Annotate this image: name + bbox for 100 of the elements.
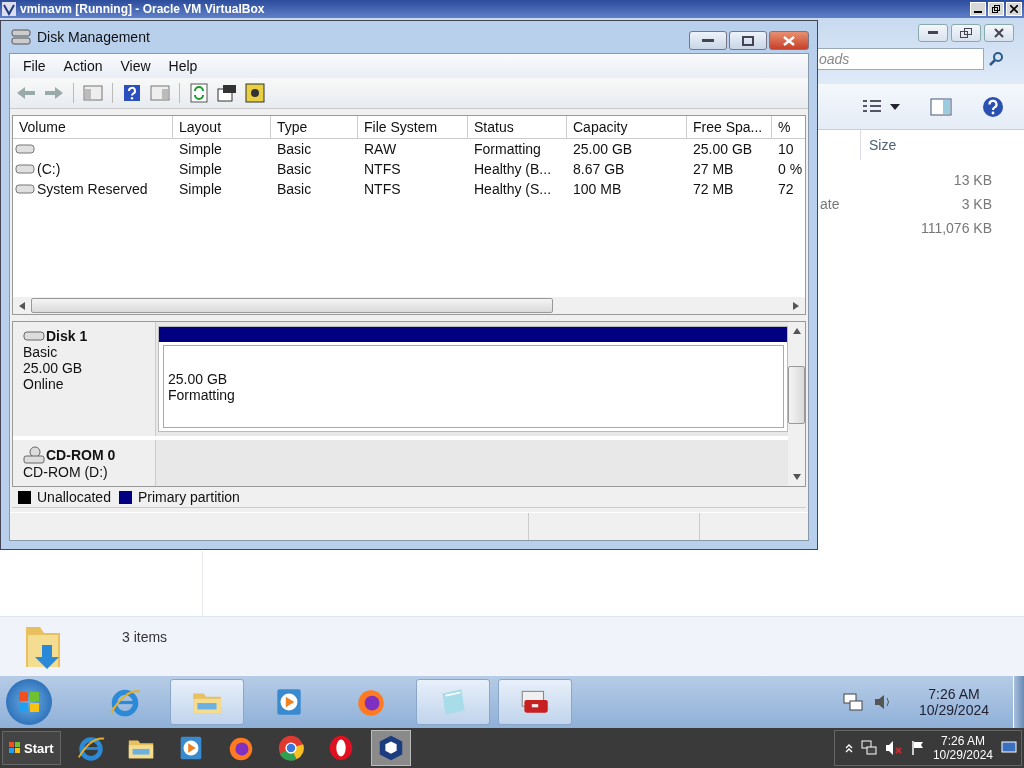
column-header[interactable]: Layout <box>173 116 271 138</box>
refresh-icon <box>190 83 208 103</box>
menu-item[interactable]: View <box>111 56 160 76</box>
disk-detail: 25.00 GB <box>23 360 84 376</box>
window-title: Disk Management <box>37 29 150 45</box>
column-header[interactable]: Status <box>468 116 567 138</box>
table-cell: 25.00 GB <box>693 141 753 157</box>
disk-info-panel[interactable]: CD-ROM 0 CD-ROM (D:) <box>13 440 156 486</box>
clock-date: 10/29/2024 <box>918 702 989 718</box>
windows-logo-icon <box>18 691 40 713</box>
file-size: 111,076 KB <box>919 220 992 236</box>
pane-icon <box>930 97 952 116</box>
table-cell: Basic <box>277 141 312 157</box>
start-button[interactable]: Start <box>2 731 61 765</box>
properties-icon <box>217 84 237 102</box>
minimize-icon <box>928 31 938 35</box>
table-cell: 0 % <box>778 161 803 177</box>
taskbar-button[interactable] <box>498 679 572 725</box>
legend-label: Primary partition <box>137 489 240 505</box>
column-header[interactable]: Type <box>271 116 358 138</box>
dropdown-arrow-icon <box>890 103 900 110</box>
disk-name: CD-ROM 0 <box>46 447 116 463</box>
menu-item[interactable]: Action <box>54 56 112 76</box>
back-arrow-icon <box>16 86 36 100</box>
table-cell: Healthy (S... <box>474 181 552 197</box>
flag-icon <box>910 740 925 756</box>
search-icon <box>988 51 1004 67</box>
windows-logo-icon <box>9 742 21 754</box>
restore-icon <box>992 5 1000 13</box>
taskbar-button[interactable] <box>370 730 411 766</box>
disk-detail: CD-ROM (D:) <box>23 464 109 480</box>
forward-arrow-icon <box>44 86 64 100</box>
minimize-button[interactable] <box>689 31 727 50</box>
minimize-button[interactable] <box>918 24 948 42</box>
drive-icon <box>15 144 35 154</box>
maximize-button[interactable] <box>729 31 767 50</box>
scroll-up-icon <box>792 328 801 334</box>
column-header[interactable]: Size <box>860 130 960 160</box>
file-name: ate <box>820 196 840 212</box>
table-cell: 10 <box>778 141 794 157</box>
restore-icon <box>960 28 972 38</box>
item-count: 3 items <box>122 629 168 645</box>
menu-item[interactable]: File <box>14 56 55 76</box>
close-icon <box>783 35 795 46</box>
table-cell: 8.67 GB <box>573 161 625 177</box>
column-header[interactable]: File System <box>358 116 468 138</box>
app-icon <box>2 2 16 16</box>
cd-drive-icon <box>23 446 45 464</box>
disk-detail: Online <box>23 376 65 392</box>
show-desktop-button[interactable] <box>1013 676 1024 728</box>
file-size: 3 KB <box>960 196 992 212</box>
list-view-icon <box>862 98 882 115</box>
table-cell: Basic <box>277 161 312 177</box>
drive-icon <box>23 331 45 341</box>
close-icon <box>1010 5 1018 13</box>
help-icon <box>123 84 141 102</box>
table-cell: Simple <box>179 181 222 197</box>
settings-icon <box>245 83 265 103</box>
table-cell: Basic <box>277 181 312 197</box>
settings-button[interactable] <box>243 81 267 105</box>
disk-info-panel[interactable]: Disk 1 Basic 25.00 GB Online <box>13 322 156 436</box>
table-cell: 72 <box>778 181 794 197</box>
help-icon <box>982 95 1004 118</box>
restore-button[interactable] <box>951 24 981 42</box>
column-header[interactable]: Capacity <box>567 116 687 138</box>
drive-icon <box>15 184 35 194</box>
minimize-icon <box>702 38 714 43</box>
file-size: 13 KB <box>952 172 992 188</box>
scrollbar-thumb[interactable] <box>788 366 805 424</box>
scroll-down-icon <box>792 474 801 480</box>
column-header[interactable]: Free Spa... <box>687 116 772 138</box>
network-icon <box>842 693 863 711</box>
vertical-scrollbar[interactable] <box>788 322 805 486</box>
horizontal-scrollbar[interactable] <box>13 297 805 314</box>
partition-status: Formatting <box>168 386 236 403</box>
menu-item[interactable]: Help <box>159 56 207 76</box>
legend-label: Unallocated <box>37 489 111 505</box>
partition-size: 25.00 GB <box>168 370 229 387</box>
close-button[interactable] <box>984 24 1014 42</box>
table-cell: RAW <box>364 141 397 157</box>
column-header[interactable]: % <box>772 116 805 138</box>
desktop-icon <box>1001 741 1017 755</box>
network-icon <box>860 740 877 756</box>
table-cell: Formatting <box>474 141 541 157</box>
table-cell: 100 MB <box>573 181 622 197</box>
table-cell: (C:) <box>37 161 61 177</box>
table-cell: NTFS <box>364 181 401 197</box>
refresh-button[interactable] <box>187 81 211 105</box>
table-cell: NTFS <box>364 161 401 177</box>
table-cell: Simple <box>179 141 222 157</box>
disk-detail: Basic <box>23 344 59 360</box>
start-button[interactable] <box>6 679 52 725</box>
scrollbar-thumb[interactable] <box>31 298 553 313</box>
chevron-up-icon <box>844 743 853 753</box>
disk-management-icon <box>11 28 31 46</box>
partition-block[interactable]: 25.00 GB Formatting <box>158 326 788 432</box>
table-cell: 27 MB <box>693 161 734 177</box>
column-header[interactable]: Volume <box>13 116 173 138</box>
scroll-left-icon <box>19 301 25 310</box>
table-cell: Healthy (B... <box>474 161 552 177</box>
